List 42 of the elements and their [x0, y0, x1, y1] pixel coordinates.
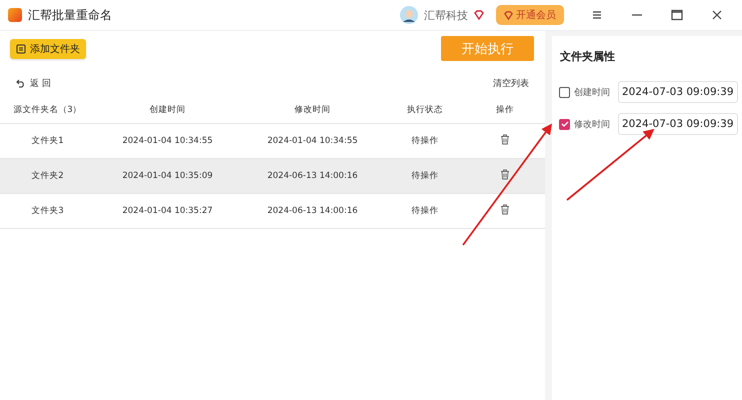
delete-icon[interactable]: [500, 134, 510, 145]
column-header: 操作: [496, 105, 514, 115]
option-label: 修改时间: [574, 118, 611, 130]
app-logo-icon: [8, 8, 22, 22]
column-header: 源文件夹名（3）: [13, 105, 82, 115]
table-cell: 2024-06-13 14:00:16: [267, 171, 358, 181]
checkbox[interactable]: [559, 118, 570, 130]
table-cell: 文件夹3: [31, 206, 64, 216]
column-header: 创建时间: [150, 105, 186, 115]
table-cell: 2024-01-04 10:34:55: [122, 136, 213, 146]
table-cell: 待操作: [412, 136, 438, 146]
table-cell: 待操作: [412, 171, 438, 181]
column-header: 修改时间: [294, 105, 330, 115]
diamond-icon: [474, 10, 484, 20]
table-cell: 文件夹1: [31, 136, 64, 146]
user-name: 汇帮科技: [424, 8, 468, 22]
close-icon[interactable]: [710, 8, 724, 22]
window-title: 汇帮批量重命名: [28, 6, 112, 24]
checkbox[interactable]: [559, 86, 570, 98]
delete-icon[interactable]: [500, 169, 510, 180]
diamond-icon: [504, 10, 513, 20]
date-field[interactable]: 2024-07-03 09:09:39: [618, 81, 738, 103]
table-row[interactable]: 文件夹3 2024-01-04 10:35:27 2024-06-13 14:00:16 待操作: [0, 194, 545, 228]
clear-list-link[interactable]: 清空列表: [493, 77, 529, 90]
panel-title: 文件夹属性: [560, 49, 616, 64]
delete-icon[interactable]: [500, 204, 510, 215]
avatar-icon: [400, 6, 418, 24]
table-cell: 2024-06-13 14:00:16: [267, 206, 358, 216]
maximize-icon[interactable]: [670, 8, 684, 22]
option-label: 创建时间: [574, 86, 611, 98]
table-cell: 待操作: [412, 206, 438, 216]
table-cell: 2024-01-04 10:35:27: [122, 206, 213, 216]
add-folder-button[interactable]: 添加文件夹: [10, 39, 86, 59]
date-field[interactable]: 2024-07-03 09:09:39: [618, 113, 738, 135]
table-cell: 2024-01-04 10:35:09: [122, 171, 213, 181]
table-cell: 2024-01-04 10:34:55: [267, 136, 358, 146]
column-header: 执行状态: [407, 105, 443, 115]
table-row[interactable]: 文件夹2 2024-01-04 10:35:09 2024-06-13 14:00:16 待操作: [0, 158, 545, 194]
table-cell: 文件夹2: [31, 171, 64, 181]
back-link[interactable]: 返 回: [30, 77, 51, 90]
undo-icon[interactable]: [16, 79, 26, 88]
list-icon: [16, 44, 26, 54]
